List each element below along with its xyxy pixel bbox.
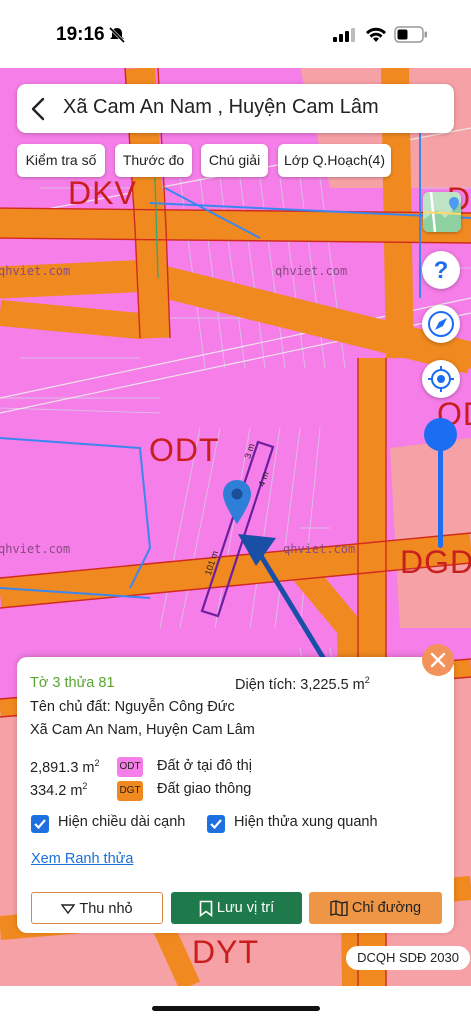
location-pin-icon[interactable] — [222, 480, 252, 526]
land-use-description: Đất ở tại đô thị — [157, 758, 252, 774]
show-neighbors-checkbox[interactable] — [207, 815, 225, 833]
compass-button[interactable] — [422, 305, 460, 343]
my-location-button[interactable] — [422, 360, 460, 398]
home-indicator[interactable] — [152, 1006, 320, 1011]
planning-layer-chip[interactable]: Lớp Q.Hoạch(4) — [278, 144, 391, 177]
zone-label-dkv: DKV — [68, 175, 137, 211]
land-use-code-badge: DGT — [117, 781, 143, 801]
zoom-out-button[interactable]: Thu nhỏ — [31, 892, 163, 924]
zone-label-odt: ODT — [149, 432, 220, 468]
check-number-chip[interactable]: Kiểm tra số — [17, 144, 105, 177]
parcel-area: Diện tích: 3,225.5 m2 — [235, 675, 370, 693]
bottom-bar — [0, 986, 471, 1024]
parcel-address: Xã Cam An Nam, Huyện Cam Lâm — [30, 722, 255, 738]
bell-muted-icon — [108, 26, 126, 44]
watermark: qhviet.com — [275, 264, 348, 278]
land-use-code-badge: ODT — [117, 757, 143, 777]
parcel-id: Tờ 3 thửa 81 — [30, 675, 115, 691]
directions-button[interactable]: Chỉ đường — [309, 892, 442, 924]
opacity-slider-track[interactable] — [438, 434, 443, 548]
location-title[interactable]: Xã Cam An Nam , Huyện Cam Lâm — [63, 96, 379, 119]
status-bar: 19:16 — [0, 0, 471, 68]
map-layer-button[interactable] — [423, 192, 461, 232]
legend-chip[interactable]: Chú giải — [201, 144, 268, 177]
watermark: qhviet.com — [0, 264, 71, 278]
land-use-area: 2,891.3 m2 — [30, 758, 100, 776]
status-time: 19:16 — [56, 24, 105, 45]
land-use-area: 334.2 m2 — [30, 781, 88, 799]
map-thumbnail-icon — [423, 192, 461, 232]
watermark: qhviet.com — [0, 542, 71, 556]
compass-icon — [428, 311, 454, 337]
view-boundary-link[interactable]: Xem Ranh thửa — [31, 851, 133, 867]
check-icon — [34, 819, 46, 830]
zone-label-dyt: DYT — [192, 934, 259, 970]
ruler-chip[interactable]: Thước đo — [115, 144, 192, 177]
planning-map-badge: DCQH SDĐ 2030 — [346, 946, 470, 970]
help-icon: ? — [434, 257, 449, 284]
svg-text:?: ? — [434, 257, 449, 284]
land-use-description: Đất giao thông — [157, 781, 252, 797]
zone-label-dgd: DGD — [400, 544, 471, 580]
wifi-icon — [366, 27, 386, 42]
watermark: qhviet.com — [283, 542, 356, 556]
chevron-down-icon — [60, 904, 76, 915]
battery-icon — [394, 26, 427, 43]
show-neighbors-label[interactable]: Hiện thửa xung quanh — [234, 814, 378, 830]
search-bar[interactable]: Xã Cam An Nam , Huyện Cam Lâm — [17, 84, 454, 133]
close-panel-button[interactable] — [422, 644, 454, 676]
show-edge-length-checkbox[interactable] — [31, 815, 49, 833]
check-icon — [210, 819, 222, 830]
crosshair-icon — [428, 366, 454, 392]
help-button[interactable]: ? — [422, 251, 460, 289]
save-location-button[interactable]: Lưu vị trí — [171, 892, 302, 924]
back-arrow-icon[interactable] — [31, 97, 45, 121]
opacity-slider-handle[interactable] — [424, 418, 457, 451]
close-icon — [430, 652, 446, 668]
owner-name: Tên chủ đất: Nguyễn Công Đức — [30, 699, 235, 715]
show-edge-length-label[interactable]: Hiện chiều dài cạnh — [58, 814, 185, 830]
map-icon — [330, 900, 348, 917]
cellular-signal-icon — [333, 28, 355, 42]
bookmark-icon — [199, 900, 213, 917]
